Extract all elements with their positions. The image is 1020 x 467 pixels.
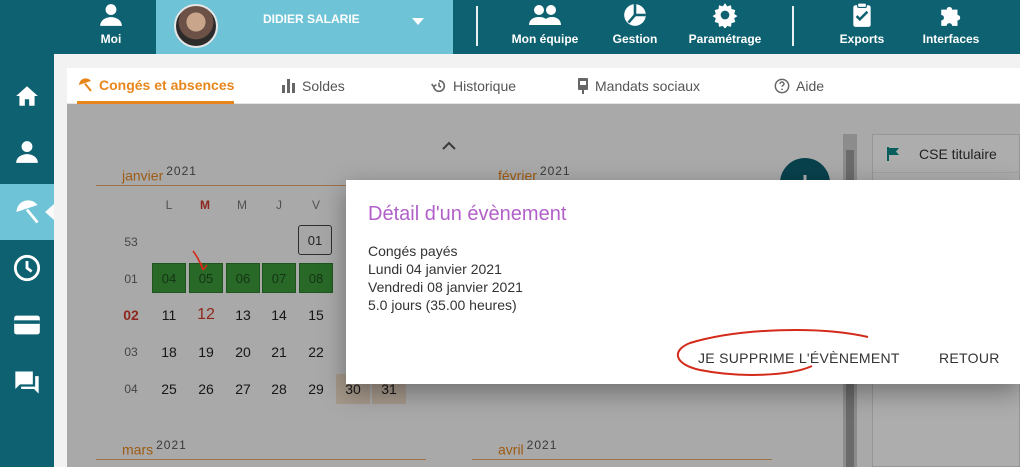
red-annotation-marks bbox=[192, 250, 869, 376]
